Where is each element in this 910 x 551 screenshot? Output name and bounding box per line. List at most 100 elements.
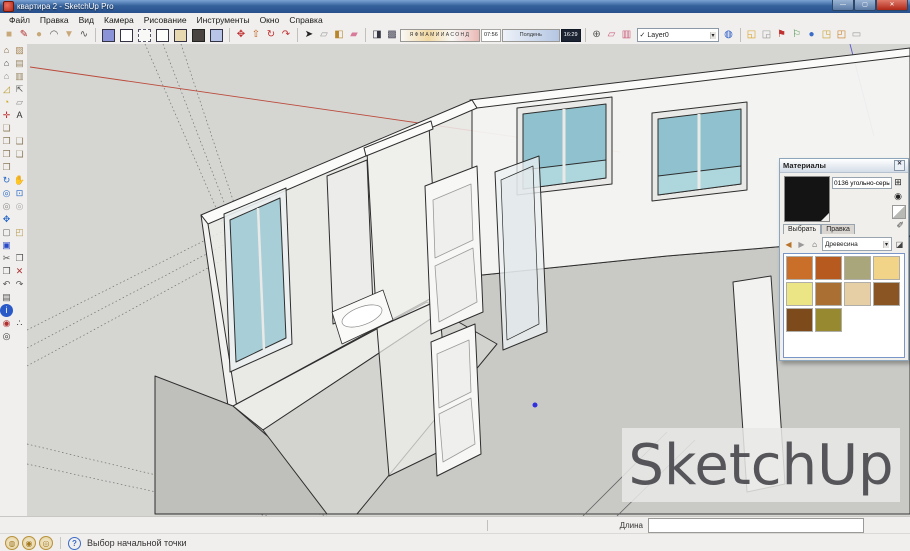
copy-stack-icon[interactable]: ❏ (0, 122, 13, 135)
menu-item-Справка[interactable]: Справка (284, 15, 327, 25)
menu-item-Файл[interactable]: Файл (4, 15, 35, 25)
rotate-tool-icon[interactable]: ↻ (264, 28, 278, 42)
material-swatch-6[interactable] (844, 282, 871, 306)
photo-textures-button-icon[interactable]: ⚑ (775, 28, 789, 42)
drawing-canvas[interactable]: SketchUp (27, 44, 910, 516)
zoom-tool-icon[interactable]: ◎ (0, 187, 13, 200)
get-current-view-button-icon[interactable]: ◳ (820, 28, 834, 42)
follow-me-tool-icon[interactable]: ↷ (279, 28, 293, 42)
menu-item-Инструменты[interactable]: Инструменты (192, 15, 255, 25)
zoom-window-tool-icon[interactable]: ⊡ (13, 187, 26, 200)
menu-item-Правка[interactable]: Правка (35, 15, 74, 25)
open-file-icon[interactable]: ◰ (13, 226, 26, 239)
detail-arrow-icon[interactable]: ◪ (894, 239, 905, 250)
delete-icon[interactable]: ✕ (13, 265, 26, 278)
paint-bucket-icon[interactable]: ▨ (13, 44, 26, 57)
box-stack-icon[interactable]: ▤ (13, 57, 26, 70)
material-swatch-2[interactable] (844, 256, 871, 280)
undo-icon[interactable]: ↶ (0, 278, 13, 291)
maximize-button[interactable]: ▢ (854, 0, 876, 11)
move-tool-icon[interactable]: ✥ (234, 28, 248, 42)
print-icon[interactable]: ▤ (0, 291, 13, 304)
materials-close-icon[interactable]: ✕ (894, 160, 905, 171)
position-camera-icon[interactable]: ◉ (0, 317, 13, 330)
house-outline-icon[interactable]: ⌂ (0, 70, 13, 83)
house-front-icon[interactable]: ⌂ (0, 57, 13, 70)
credit-status-icon[interactable]: ◉ (22, 536, 36, 550)
paint-swirl-icon[interactable]: ◉ (892, 190, 904, 202)
material-swatch-7[interactable] (873, 282, 900, 306)
material-category-dropdown[interactable]: Древесина ▾ (822, 237, 892, 251)
copy-icon[interactable]: ❐ (13, 252, 26, 265)
google-earth-button-icon[interactable]: ● (805, 28, 819, 42)
shadow-date-slider[interactable]: ЯФМАМИИАСОНД (400, 29, 480, 42)
component-edit-icon[interactable]: ❐ (0, 135, 13, 148)
stack-tool-icon[interactable]: ❐ (0, 161, 13, 174)
orbit-tool-icon[interactable]: ↻ (0, 174, 13, 187)
cut-icon[interactable]: ✂ (0, 252, 13, 265)
line-tool-icon[interactable]: ✎ (17, 28, 31, 42)
material-swatch-1[interactable] (815, 256, 842, 280)
save-file-icon[interactable]: ▣ (0, 239, 13, 252)
minimize-button[interactable]: — (832, 0, 854, 11)
select-tool-icon[interactable]: ➤ (302, 28, 316, 42)
textured-mode-icon[interactable] (192, 29, 205, 42)
layer-dropdown[interactable]: ✓Layer0▾ (637, 28, 719, 42)
paint-bucket-tool-icon[interactable]: ◧ (332, 28, 346, 42)
section-plane-icon[interactable]: ▱ (13, 96, 26, 109)
redo-icon[interactable]: ↷ (13, 278, 26, 291)
look-around-icon[interactable]: ◎ (0, 330, 13, 343)
component-swap-icon[interactable]: ❑ (13, 135, 26, 148)
shadow-dialog-button-icon[interactable]: ◨ (370, 28, 384, 42)
toggle-terrain-button-icon[interactable]: ◰ (835, 28, 849, 42)
home-icon[interactable]: ⌂ (809, 239, 820, 250)
push-pull-tool-icon[interactable]: ⇧ (249, 28, 263, 42)
materials-panel-titlebar[interactable]: Материалы ✕ (780, 159, 908, 173)
default-material-swatch[interactable] (892, 205, 906, 219)
polygon-tool-icon[interactable]: ▼ (62, 28, 76, 42)
make-component-icon[interactable]: ⌂ (0, 44, 13, 57)
freehand-tool-icon[interactable]: ∿ (77, 28, 91, 42)
new-file-icon[interactable]: ▢ (0, 226, 13, 239)
geolocation-status-icon[interactable]: ◍ (5, 536, 19, 550)
add-location-button-icon[interactable]: ⚐ (790, 28, 804, 42)
material-swatch-9[interactable] (815, 308, 842, 332)
signin-status-icon[interactable]: ◎ (39, 536, 53, 550)
share-model-button-icon[interactable]: ◲ (760, 28, 774, 42)
material-name-field[interactable] (832, 177, 892, 189)
zoom-previous-icon[interactable]: ◎ (0, 200, 13, 213)
layer-manager-button-icon[interactable]: ◍ (722, 28, 736, 42)
pan-tool-icon[interactable]: ✋ (13, 174, 26, 187)
menu-item-Рисование[interactable]: Рисование (139, 15, 192, 25)
material-swatch-8[interactable] (786, 308, 813, 332)
rectangle-tool-icon[interactable]: ■ (2, 28, 16, 42)
get-models-button-icon[interactable]: ◱ (745, 28, 759, 42)
material-swatch-0[interactable] (786, 256, 813, 280)
length-input[interactable] (648, 518, 864, 533)
group-edit-icon[interactable]: ❒ (0, 148, 13, 161)
help-icon[interactable]: ? (68, 537, 81, 550)
xray-mode-icon[interactable] (102, 29, 115, 42)
text-tool-icon[interactable]: A (13, 109, 26, 122)
eraser-tool-icon[interactable]: ▰ (347, 28, 361, 42)
zoom-next-icon[interactable]: ◎ (13, 200, 26, 213)
walk-tool-icon[interactable]: ∴ (13, 317, 26, 330)
make-component-tool-icon[interactable]: ▱ (317, 28, 331, 42)
menu-item-Вид[interactable]: Вид (74, 15, 99, 25)
axes-tool-icon[interactable]: ⊕ (590, 28, 604, 42)
tab-edit[interactable]: Правка (821, 224, 855, 234)
shadow-toggle-button-icon[interactable]: ▩ (385, 28, 399, 42)
arc-tool-icon[interactable]: ◠ (47, 28, 61, 42)
dimension-tool-icon[interactable]: ⇱ (13, 83, 26, 96)
circle-tool-icon[interactable]: ● (32, 28, 46, 42)
group-swap-icon[interactable]: ❏ (13, 148, 26, 161)
forward-arrow-icon[interactable]: ▶ (796, 239, 807, 250)
tape-measure-icon[interactable]: ◿ (0, 83, 13, 96)
zoom-extents-icon[interactable]: ✥ (0, 213, 13, 226)
place-model-button-icon[interactable]: ▭ (850, 28, 864, 42)
shaded-mode-icon[interactable] (174, 29, 187, 42)
material-swatch-3[interactable] (873, 256, 900, 280)
tab-select[interactable]: Выбрать (783, 224, 821, 234)
monochrome-mode-icon[interactable] (210, 29, 223, 42)
section-plane-tool-icon[interactable]: ▱ (605, 28, 619, 42)
